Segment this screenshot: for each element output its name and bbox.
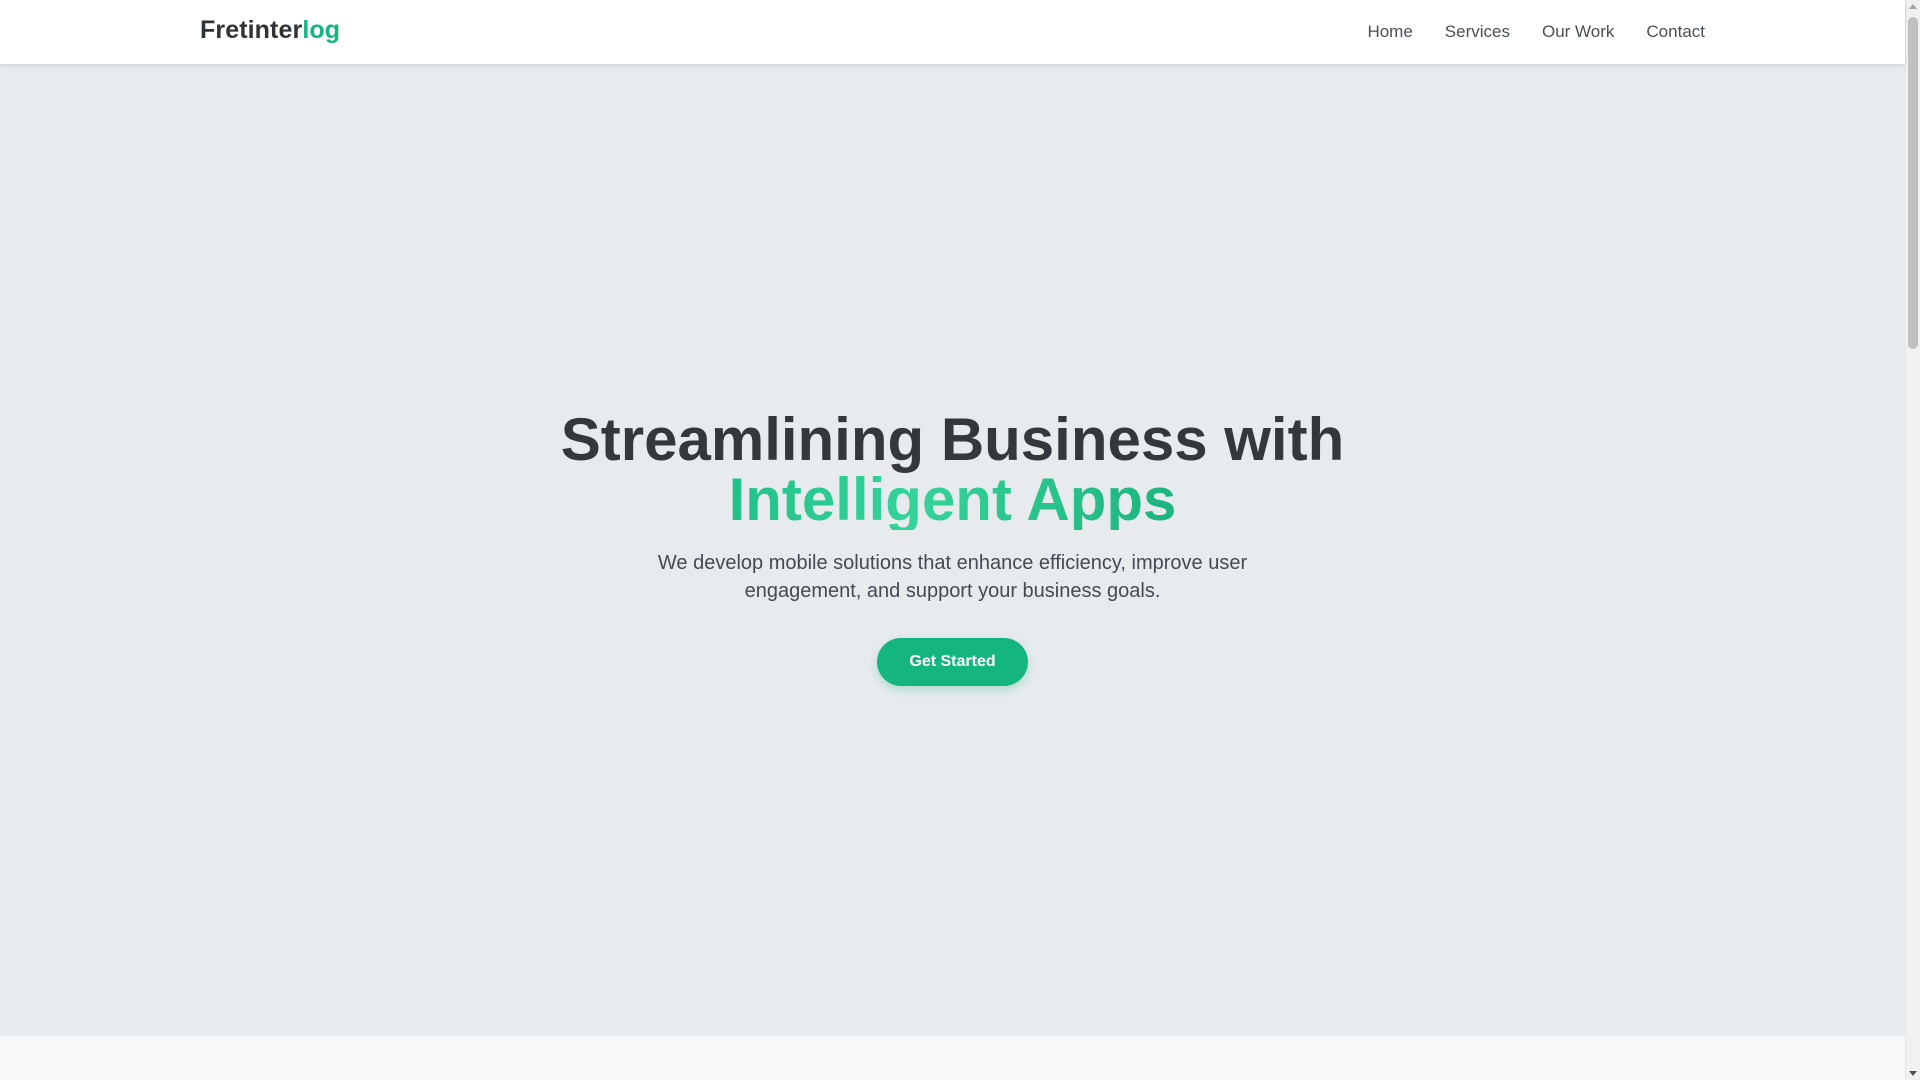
nav-link-our-work[interactable]: Our Work <box>1542 22 1614 42</box>
main-nav: Home Services Our Work Contact <box>1367 0 1705 64</box>
nav-link-contact[interactable]: Contact <box>1646 22 1705 42</box>
site-header: Fretinterlog Home Services Our Work Cont… <box>0 0 1905 64</box>
logo[interactable]: Fretinterlog <box>200 16 340 45</box>
hero-title: Streamlining Business with Intelligent A… <box>561 410 1345 530</box>
hero-subtitle: We develop mobile solutions that enhance… <box>657 552 1248 602</box>
browser-viewport: Fretinterlog Home Services Our Work Cont… <box>0 0 1920 1080</box>
scrollbar-thumb[interactable] <box>1908 17 1918 349</box>
get-started-button[interactable]: Get Started <box>877 638 1028 686</box>
page: Fretinterlog Home Services Our Work Cont… <box>0 0 1905 1080</box>
hero-section: Streamlining Business with Intelligent A… <box>0 64 1905 1036</box>
scroll-up-arrow-icon[interactable] <box>1909 4 1917 9</box>
page-scrollbar[interactable] <box>1905 0 1920 1080</box>
nav-link-home[interactable]: Home <box>1367 22 1412 42</box>
next-section <box>0 1036 1905 1080</box>
scroll-down-arrow-icon[interactable] <box>1909 1071 1917 1076</box>
hero-title-line1: Streamlining Business with <box>560 406 1345 473</box>
logo-text-main: Fretinter <box>200 16 303 44</box>
hero-title-highlight: Intelligent Apps <box>561 470 1345 530</box>
nav-link-services[interactable]: Services <box>1445 22 1510 42</box>
logo-text-accent: log <box>302 16 341 44</box>
